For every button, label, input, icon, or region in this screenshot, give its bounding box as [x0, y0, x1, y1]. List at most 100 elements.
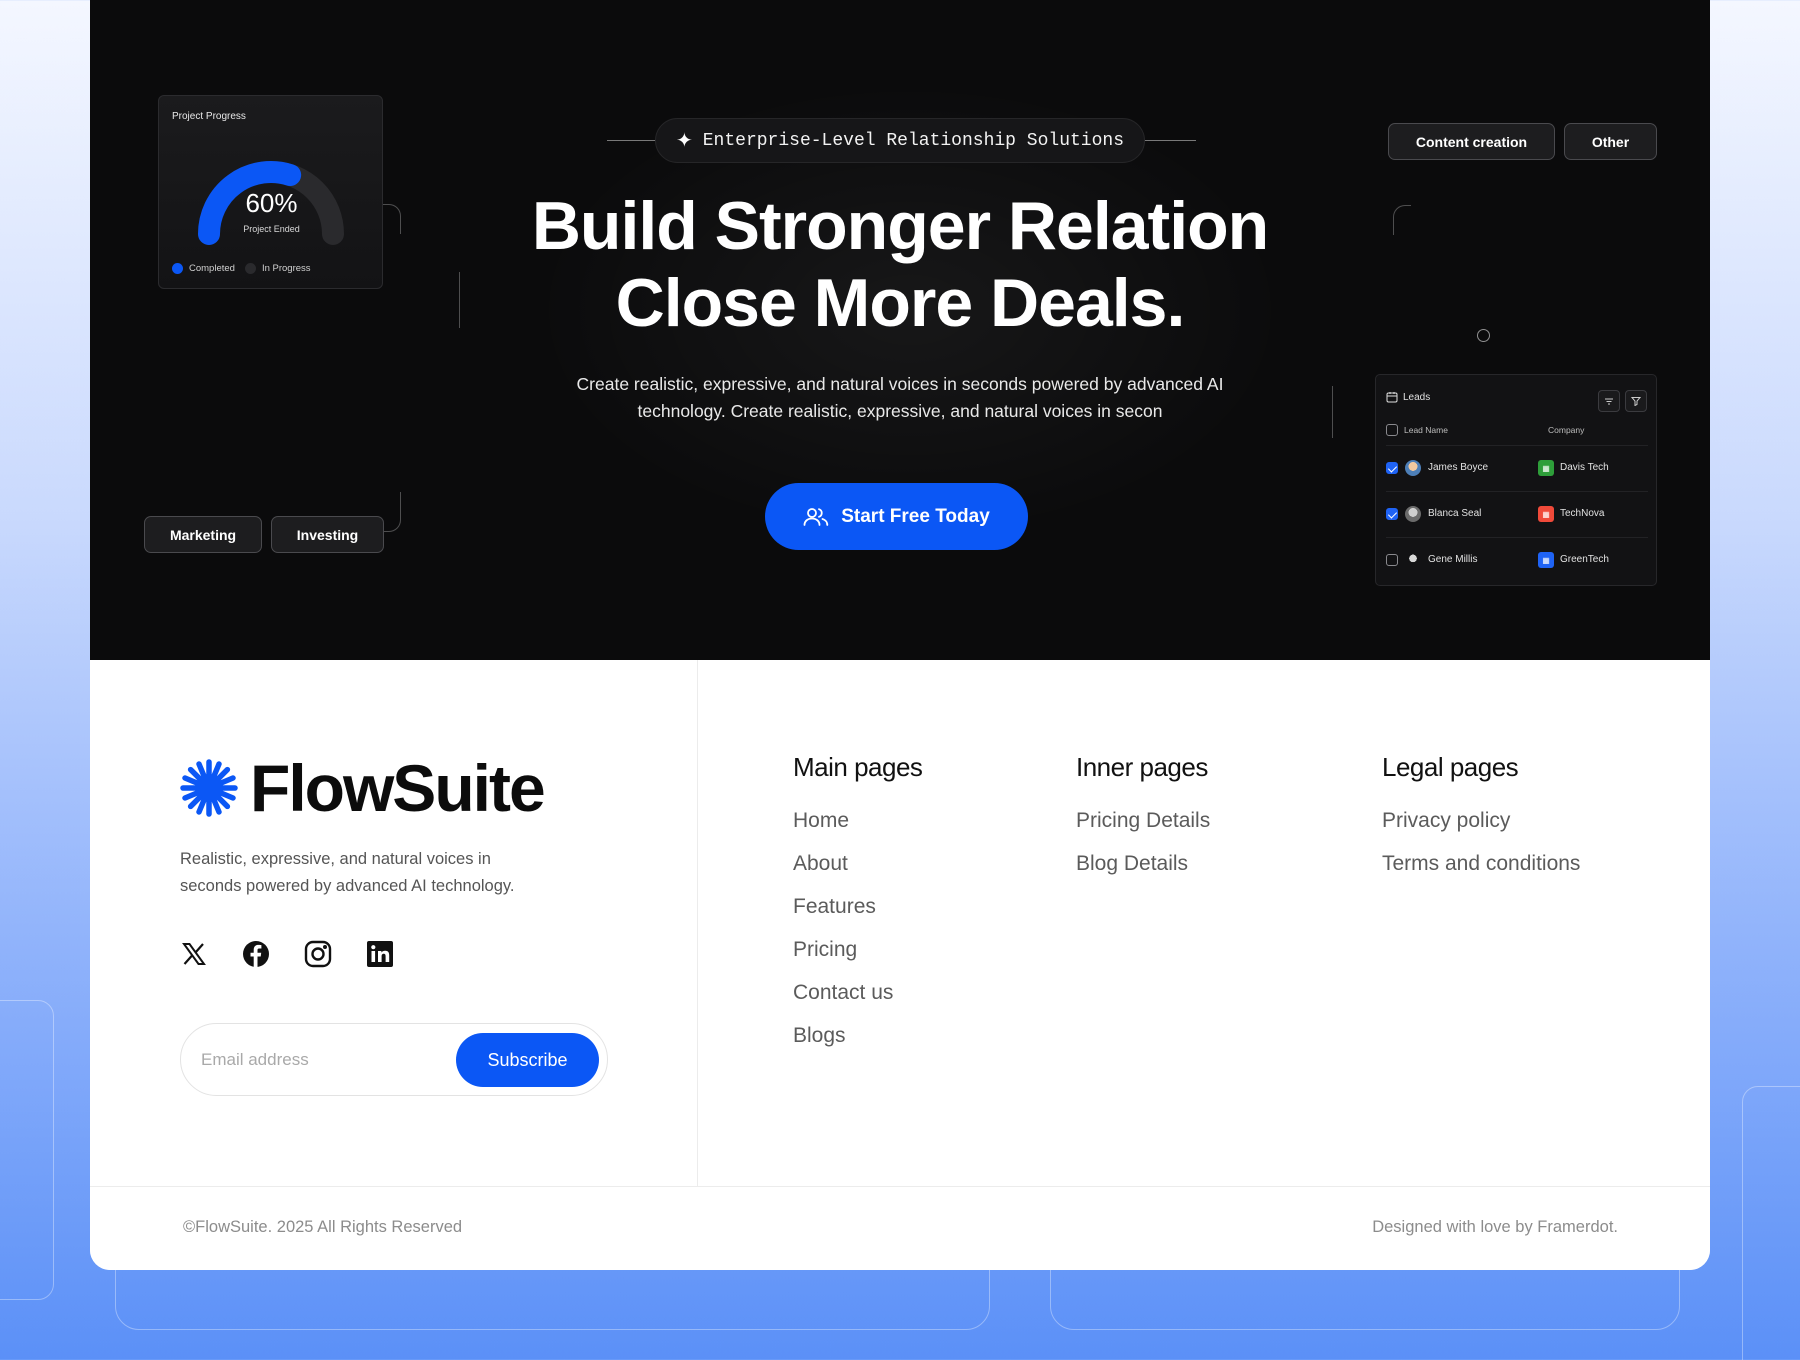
x-icon — [182, 943, 206, 965]
eyebrow-badge: ✦ Enterprise-Level Relationship Solution… — [655, 118, 1145, 163]
filter-button[interactable] — [1625, 390, 1647, 412]
project-progress-card: Project Progress 60% Project Ended Compl… — [158, 95, 383, 289]
leads-table-card: Leads Lead Name Company James Boyce ▦ Da… — [1375, 374, 1657, 586]
hero-subtitle-line1: Create realistic, expressive, and natura… — [576, 374, 1224, 394]
linkedin-icon — [367, 941, 393, 967]
footer: FlowSuite Realistic, expressive, and nat… — [90, 660, 1710, 1270]
lead-company: Davis Tech — [1560, 462, 1609, 473]
x-link[interactable] — [180, 940, 208, 968]
footer-vertical-divider — [697, 660, 698, 1187]
connector-left-top — [383, 204, 401, 234]
row-checkbox[interactable] — [1386, 462, 1398, 474]
linkedin-link[interactable] — [366, 940, 394, 968]
instagram-link[interactable] — [304, 940, 332, 968]
instagram-icon — [304, 940, 332, 968]
footer-link-blogs[interactable]: Blogs — [793, 1024, 922, 1067]
connector-right-vertical — [1332, 386, 1333, 438]
company-logo-icon: ▦ — [1538, 460, 1554, 476]
copyright: ©FlowSuite. 2025 All Rights Reserved — [183, 1218, 463, 1236]
eyebrow-text: Enterprise-Level Relationship Solutions — [702, 130, 1125, 151]
start-free-label: Start Free Today — [841, 505, 990, 527]
legend-in-progress: In Progress — [244, 263, 311, 274]
legend-in-progress-label: In Progress — [261, 263, 311, 274]
brand-description: Realistic, expressive, and natural voice… — [180, 846, 550, 900]
progress-sub-label: Project Ended — [243, 224, 300, 234]
footer-link-terms[interactable]: Terms and conditions — [1382, 852, 1580, 895]
footer-link-about[interactable]: About — [793, 852, 922, 895]
hero-subtitle-line2: technology. Create realistic, expressive… — [637, 401, 1163, 421]
row-checkbox[interactable] — [1386, 508, 1398, 520]
tag-content-creation[interactable]: Content creation — [1388, 123, 1555, 160]
calendar-icon — [1386, 392, 1398, 403]
footer-link-pricing-details[interactable]: Pricing Details — [1076, 809, 1210, 852]
avatar — [1405, 552, 1421, 568]
legend-in-progress-dot — [244, 263, 256, 274]
brand-description-line2: seconds powered by advanced AI technolog… — [180, 877, 515, 895]
lead-row[interactable]: James Boyce ▦ Davis Tech — [1386, 445, 1648, 491]
leads-header: Leads — [1386, 391, 1430, 403]
footer-horizontal-divider — [90, 1186, 1710, 1187]
eyebrow-line-left — [607, 140, 657, 141]
avatar — [1405, 460, 1421, 476]
column-heading: Legal pages — [1382, 752, 1519, 782]
footer-column-main-pages: Main pages Home About Features Pricing C… — [793, 752, 923, 1067]
tag-marketing[interactable]: Marketing — [144, 516, 262, 553]
progress-card-title: Project Progress — [172, 111, 246, 122]
footer-link-features[interactable]: Features — [793, 895, 922, 938]
avatar — [1405, 506, 1421, 522]
company-logo-icon: ▦ — [1538, 506, 1554, 522]
tag-investing[interactable]: Investing — [271, 516, 384, 553]
tag-other[interactable]: Other — [1564, 123, 1657, 160]
column-heading: Inner pages — [1076, 752, 1208, 782]
column-lead-name: Lead Name — [1404, 425, 1448, 435]
email-input[interactable] — [201, 1046, 441, 1074]
sort-icon — [1605, 398, 1613, 405]
brand-description-line1: Realistic, expressive, and natural voice… — [180, 850, 491, 868]
select-all-checkbox[interactable] — [1386, 424, 1398, 436]
social-links — [180, 940, 428, 968]
lead-company: GreenTech — [1560, 554, 1609, 565]
footer-brand[interactable]: FlowSuite — [180, 750, 546, 826]
footer-link-blog-details[interactable]: Blog Details — [1076, 852, 1210, 895]
filter-icon — [1631, 397, 1641, 406]
bg-decor-left — [0, 1000, 54, 1300]
start-free-button[interactable]: Start Free Today — [765, 483, 1028, 550]
lead-name: Gene Millis — [1428, 554, 1478, 565]
legend-completed-label: Completed — [189, 263, 235, 274]
lead-name: Blanca Seal — [1428, 508, 1482, 519]
leads-title: Leads — [1403, 391, 1431, 403]
hero-title-line1: Build Stronger Relation — [531, 188, 1269, 264]
progress-value: 60% — [245, 188, 298, 218]
progress-legend: Completed In Progress — [172, 263, 321, 274]
subscribe-button[interactable]: Subscribe — [456, 1033, 599, 1087]
users-icon — [803, 507, 829, 526]
footer-column-legal-pages: Legal pages Privacy policy Terms and con… — [1382, 752, 1580, 895]
footer-link-pricing[interactable]: Pricing — [793, 938, 922, 981]
lead-row[interactable]: Gene Millis ▦ GreenTech — [1386, 537, 1648, 583]
brand-name: FlowSuite — [250, 751, 546, 825]
eyebrow-line-right — [1144, 140, 1196, 141]
hero-section: Project Progress 60% Project Ended Compl… — [90, 0, 1710, 660]
sort-button[interactable] — [1598, 390, 1620, 412]
footer-link-privacy[interactable]: Privacy policy — [1382, 809, 1580, 852]
row-checkbox[interactable] — [1386, 554, 1398, 566]
page-frame: Project Progress 60% Project Ended Compl… — [90, 0, 1710, 1270]
facebook-icon — [243, 941, 269, 967]
newsletter-form: Subscribe — [180, 1023, 608, 1096]
designer-credit[interactable]: Designed with love by Framerdot. — [1372, 1218, 1618, 1237]
connector-left-bottom — [383, 492, 401, 532]
footer-column-inner-pages: Inner pages Pricing Details Blog Details — [1076, 752, 1210, 895]
footer-link-contact[interactable]: Contact us — [793, 981, 922, 1024]
company-logo-icon: ▦ — [1538, 552, 1554, 568]
asterisk-logo-icon — [180, 759, 238, 817]
legend-completed-dot — [172, 263, 183, 274]
legend-completed: Completed — [172, 263, 235, 274]
footer-link-home[interactable]: Home — [793, 809, 922, 852]
hero-subtitle: Create realistic, expressive, and natura… — [550, 371, 1250, 425]
facebook-link[interactable] — [242, 940, 270, 968]
lead-row[interactable]: Blanca Seal ▦ TechNova — [1386, 491, 1648, 537]
bg-decor-right — [1742, 1086, 1800, 1360]
connector-right-node — [1477, 329, 1490, 342]
column-company: Company — [1548, 425, 1585, 435]
lead-company: TechNova — [1560, 508, 1605, 519]
